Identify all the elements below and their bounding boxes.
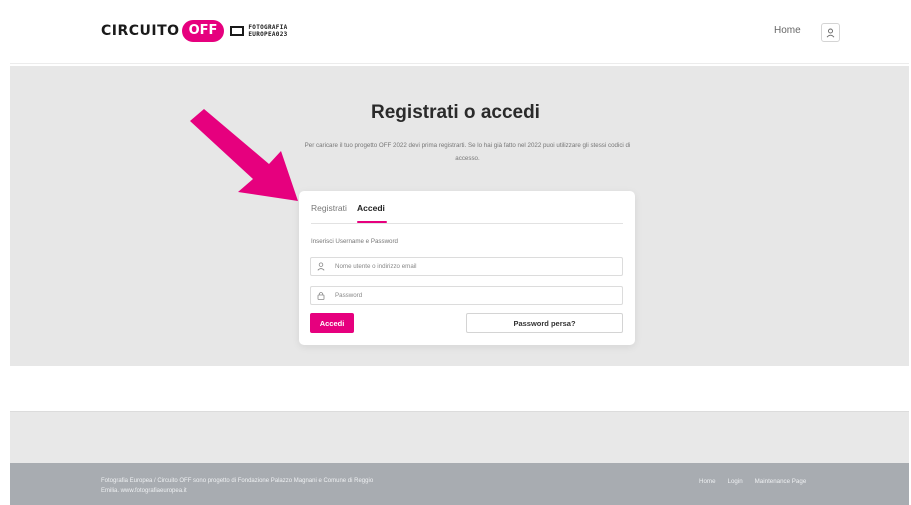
- footer-credits-line2: Emilia. www.fotografiaeuropea.it: [101, 488, 187, 494]
- login-card: Registrati Accedi Inserisci Username e P…: [299, 191, 635, 345]
- lost-password-button[interactable]: Password persa?: [466, 313, 623, 333]
- password-input[interactable]: [335, 292, 615, 299]
- logo-word: CIRCUITO: [101, 23, 180, 39]
- account-button[interactable]: [821, 23, 840, 42]
- lock-icon: [317, 291, 335, 300]
- user-icon: [317, 262, 335, 271]
- login-button[interactable]: Accedi: [310, 313, 354, 333]
- footer-link-maintenance[interactable]: Maintenance Page: [755, 478, 807, 485]
- site-footer: Fotografia Europea / Circuito OFF sono p…: [10, 463, 909, 505]
- login-instruction: Inserisci Username e Password: [311, 238, 398, 245]
- footer-credits-line1: Fotografia Europea / Circuito OFF sono p…: [101, 478, 374, 484]
- username-input[interactable]: [335, 263, 615, 270]
- auth-tabs: Registrati Accedi: [311, 202, 623, 224]
- site-logo[interactable]: CIRCUITO OFF FOTOGRAFIA EUROPEA023: [101, 20, 288, 42]
- site-header: CIRCUITO OFF FOTOGRAFIA EUROPEA023 Home: [10, 0, 909, 63]
- page-title: Registrati o accedi: [371, 102, 540, 123]
- footer-links: Home Login Maintenance Page: [699, 478, 806, 485]
- footer-link-home[interactable]: Home: [699, 478, 716, 485]
- page-subtitle: Per caricare il tuo progetto OFF 2022 de…: [304, 142, 631, 162]
- tab-accedi[interactable]: Accedi: [357, 203, 385, 213]
- pre-footer-band: [10, 411, 909, 463]
- footer-link-login[interactable]: Login: [728, 478, 743, 485]
- user-icon: [826, 28, 835, 38]
- page: CIRCUITO OFF FOTOGRAFIA EUROPEA023 Home …: [0, 0, 911, 505]
- logo-subtitle: FOTOGRAFIA EUROPEA023: [248, 24, 287, 38]
- active-tab-indicator: [357, 221, 387, 223]
- pointer-arrow-icon: [190, 109, 298, 201]
- logo-badge: OFF: [181, 20, 225, 42]
- logo-box-icon: [230, 26, 245, 36]
- nav-home-link[interactable]: Home: [774, 25, 801, 36]
- password-field[interactable]: [310, 286, 623, 305]
- tab-registrati[interactable]: Registrati: [311, 203, 347, 213]
- username-field[interactable]: [310, 257, 623, 276]
- logo-subtitle-line1: FOTOGRAFIA: [248, 24, 288, 31]
- logo-subtitle-line2: EUROPEA023: [248, 31, 288, 38]
- footer-credits: Fotografia Europea / Circuito OFF sono p…: [101, 476, 501, 496]
